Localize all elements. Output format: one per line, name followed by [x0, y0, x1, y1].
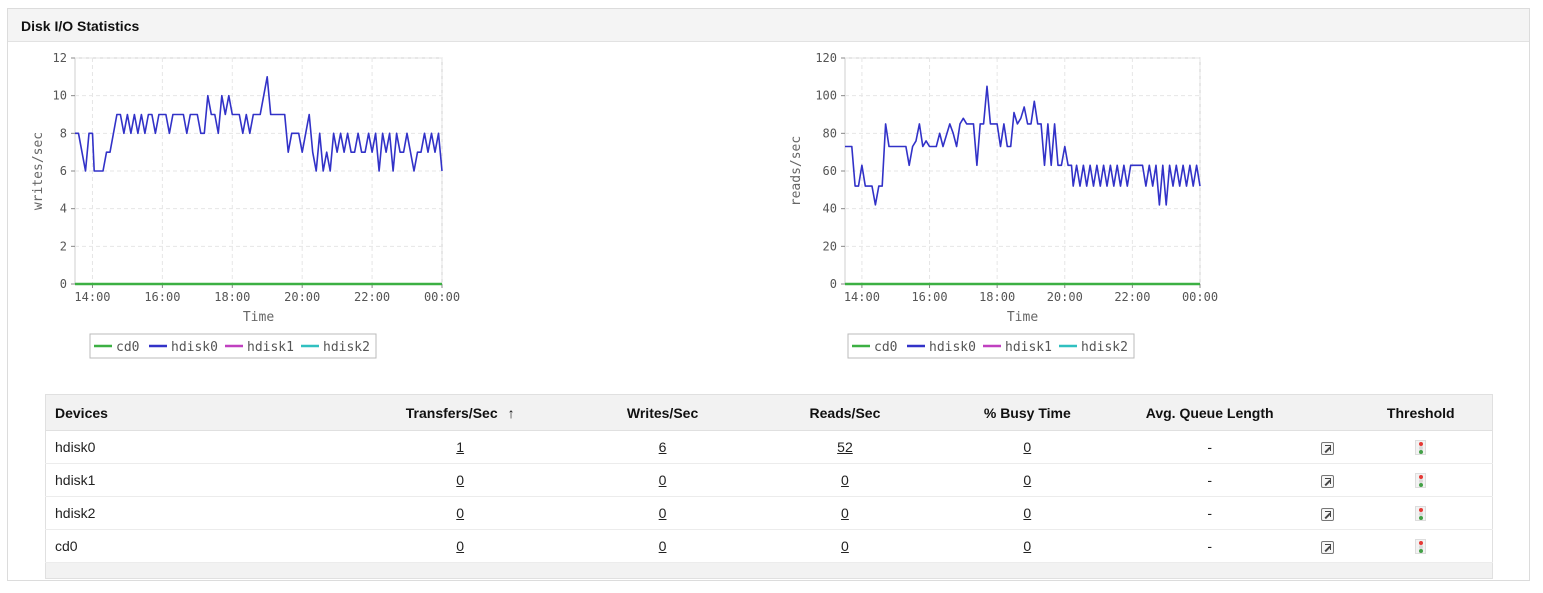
busy-cell: 0 [939, 430, 1115, 464]
queue-cell: - [1114, 529, 1305, 563]
table-row: hdisk0 1 6 52 0 - [45, 430, 1493, 464]
reads-cell: 0 [750, 496, 940, 530]
col-transfers[interactable]: Transfers/Sec ↑ [345, 394, 576, 431]
queue-cell: - [1114, 430, 1305, 464]
traffic-light-icon[interactable] [1415, 473, 1427, 489]
y-tick-label: 100 [815, 89, 837, 103]
y-tick-label: 60 [823, 164, 837, 178]
reads-cell: 0 [750, 529, 940, 563]
y-tick-label: 0 [830, 277, 837, 291]
busy-cell: 0 [939, 529, 1115, 563]
y-tick-label: 80 [823, 126, 837, 140]
action-cell [1304, 463, 1350, 497]
writes-link[interactable]: 6 [659, 439, 667, 455]
table-footer-cell [45, 562, 1493, 579]
external-link-icon[interactable] [1320, 507, 1334, 521]
threshold-cell [1349, 496, 1493, 530]
col-threshold[interactable]: Threshold [1349, 394, 1493, 431]
action-cell [1304, 496, 1350, 530]
transfers-cell: 0 [345, 496, 576, 530]
table-row: hdisk2 0 0 0 0 - [45, 496, 1493, 530]
queue-cell: - [1114, 496, 1305, 530]
y-tick-label: 40 [823, 202, 837, 216]
x-tick-label: 16:00 [911, 290, 947, 304]
transfers-link[interactable]: 0 [456, 538, 464, 554]
writes-link[interactable]: 0 [659, 472, 667, 488]
device-name-cell: cd0 [45, 529, 346, 563]
table-row: hdisk1 0 0 0 0 - [45, 463, 1493, 497]
writes-cell: 0 [575, 496, 751, 530]
writes-link[interactable]: 0 [659, 505, 667, 521]
chart-legend: cd0 hdisk0 hdisk1 hdisk2 [847, 333, 1135, 359]
y-tick-label: 120 [815, 51, 837, 65]
action-cell [1304, 529, 1350, 563]
reads-link[interactable]: 0 [841, 472, 849, 488]
y-tick-label: 20 [823, 239, 837, 253]
table-footer [45, 562, 1493, 579]
col-reads[interactable]: Reads/Sec [750, 394, 940, 431]
external-link-icon[interactable] [1320, 441, 1334, 455]
transfers-cell: 1 [345, 430, 576, 464]
writes-cell: 6 [575, 430, 751, 464]
external-link-icon[interactable] [1320, 540, 1334, 554]
busy-link[interactable]: 0 [1023, 439, 1031, 455]
threshold-cell [1349, 430, 1493, 464]
col-transfers-label[interactable]: Transfers/Sec [406, 405, 498, 421]
device-name-cell: hdisk1 [45, 463, 346, 497]
reads-link[interactable]: 0 [841, 505, 849, 521]
col-action [1304, 394, 1350, 431]
col-devices[interactable]: Devices [45, 394, 346, 431]
transfers-cell: 0 [345, 463, 576, 497]
device-name-cell: hdisk0 [45, 430, 346, 464]
col-queue[interactable]: Avg. Queue Length [1114, 394, 1305, 431]
reads-link[interactable]: 0 [841, 538, 849, 554]
busy-link[interactable]: 0 [1023, 538, 1031, 554]
writes-cell: 0 [575, 529, 751, 563]
traffic-light-icon[interactable] [1415, 506, 1427, 522]
disk-io-table: Devices Transfers/Sec ↑ Writes/Sec Reads/… [45, 394, 1493, 579]
col-busy[interactable]: % Busy Time [939, 394, 1115, 431]
table-header-row: Devices Transfers/Sec ↑ Writes/Sec Reads/… [45, 394, 1493, 431]
y-axis-label: reads/sec [789, 136, 804, 206]
transfers-link[interactable]: 1 [456, 439, 464, 455]
action-cell [1304, 430, 1350, 464]
legend-label-hdisk0: hdisk0 [929, 340, 976, 355]
threshold-cell [1349, 463, 1493, 497]
x-tick-label: 14:00 [844, 290, 880, 304]
traffic-light-icon[interactable] [1415, 440, 1427, 456]
writes-link[interactable]: 0 [659, 538, 667, 554]
x-tick-label: 18:00 [979, 290, 1015, 304]
x-tick-label: 00:00 [1182, 290, 1218, 304]
device-name-cell: hdisk2 [45, 496, 346, 530]
legend-label-hdisk2: hdisk2 [1081, 340, 1128, 355]
transfers-link[interactable]: 0 [456, 505, 464, 521]
threshold-cell [1349, 529, 1493, 563]
writes-cell: 0 [575, 463, 751, 497]
legend-label-cd0: cd0 [874, 340, 897, 355]
busy-cell: 0 [939, 463, 1115, 497]
external-link-icon[interactable] [1320, 474, 1334, 488]
transfers-link[interactable]: 0 [456, 472, 464, 488]
busy-link[interactable]: 0 [1023, 505, 1031, 521]
traffic-light-icon[interactable] [1415, 539, 1427, 555]
x-tick-label: 22:00 [1114, 290, 1150, 304]
reads-cell: 0 [750, 463, 940, 497]
queue-cell: - [1114, 463, 1305, 497]
busy-cell: 0 [939, 496, 1115, 530]
reads-cell: 52 [750, 430, 940, 464]
col-writes[interactable]: Writes/Sec [575, 394, 751, 431]
x-tick-label: 20:00 [1047, 290, 1083, 304]
table-row: cd0 0 0 0 0 - [45, 529, 1493, 563]
x-axis-label: Time [1007, 310, 1038, 325]
legend-label-hdisk1: hdisk1 [1005, 340, 1052, 355]
sort-asc-icon[interactable]: ↑ [508, 405, 515, 421]
busy-link[interactable]: 0 [1023, 472, 1031, 488]
transfers-cell: 0 [345, 529, 576, 563]
reads-link[interactable]: 52 [837, 439, 853, 455]
